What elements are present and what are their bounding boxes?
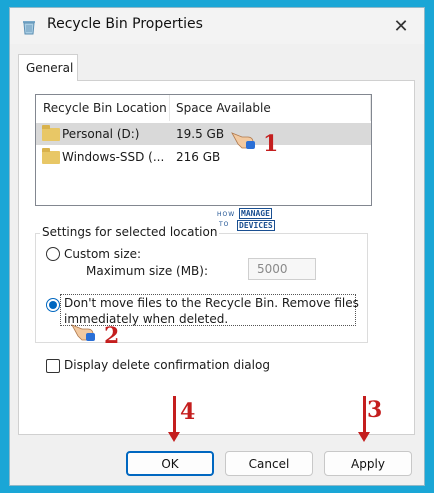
dont-move-files-label[interactable]: Don't move files to the Recycle Bin. Rem…	[64, 296, 359, 310]
tab-general-label: General	[26, 61, 74, 75]
column-header-location[interactable]: Recycle Bin Location	[43, 101, 167, 115]
custom-size-label[interactable]: Custom size:	[64, 247, 141, 261]
location-space: 19.5 GB	[176, 127, 225, 141]
max-size-label: Maximum size (MB):	[86, 264, 209, 278]
annotation-step-1: 1	[263, 131, 279, 157]
location-name: Personal (D:)	[62, 127, 140, 141]
folder-icon	[42, 125, 60, 141]
annotation-step-2: 2	[104, 323, 120, 349]
folder-icon	[42, 148, 60, 164]
recycle-bin-location-list[interactable]: Recycle Bin Location Space Available Per…	[35, 94, 372, 206]
apply-button[interactable]: Apply	[324, 451, 412, 476]
dont-move-files-radio[interactable]	[46, 298, 60, 312]
location-space: 216 GB	[176, 150, 221, 164]
window-title: Recycle Bin Properties	[47, 16, 203, 32]
display-delete-confirmation-checkbox[interactable]	[46, 359, 60, 373]
list-header: Recycle Bin Location Space Available	[36, 95, 371, 121]
settings-group-label: Settings for selected location	[40, 225, 220, 239]
display-delete-confirmation-label[interactable]: Display delete confirmation dialog	[64, 358, 270, 372]
column-header-space[interactable]: Space Available	[176, 101, 271, 115]
title-bar[interactable]: Recycle Bin Properties ✕	[10, 8, 424, 44]
column-divider[interactable]	[370, 95, 371, 121]
max-size-input[interactable]	[248, 258, 316, 280]
list-item[interactable]: Windows-SSD (... 216 GB	[36, 146, 371, 168]
location-name: Windows-SSD (...	[62, 150, 165, 164]
pointing-hand-icon	[231, 132, 255, 149]
annotation-arrow-ok	[168, 396, 180, 442]
custom-size-radio[interactable]	[46, 247, 60, 261]
annotation-arrow-apply	[358, 396, 370, 442]
tab-general[interactable]: General	[18, 54, 78, 81]
ok-button[interactable]: OK	[126, 451, 214, 476]
recycle-bin-icon	[23, 21, 35, 35]
annotation-step-3: 3	[367, 397, 383, 423]
list-item[interactable]: Personal (D:) 19.5 GB	[36, 123, 371, 145]
cancel-button[interactable]: Cancel	[225, 451, 313, 476]
annotation-step-4: 4	[180, 399, 196, 425]
column-divider[interactable]	[169, 95, 170, 121]
pointing-hand-icon	[71, 324, 95, 341]
close-icon[interactable]: ✕	[386, 12, 416, 40]
